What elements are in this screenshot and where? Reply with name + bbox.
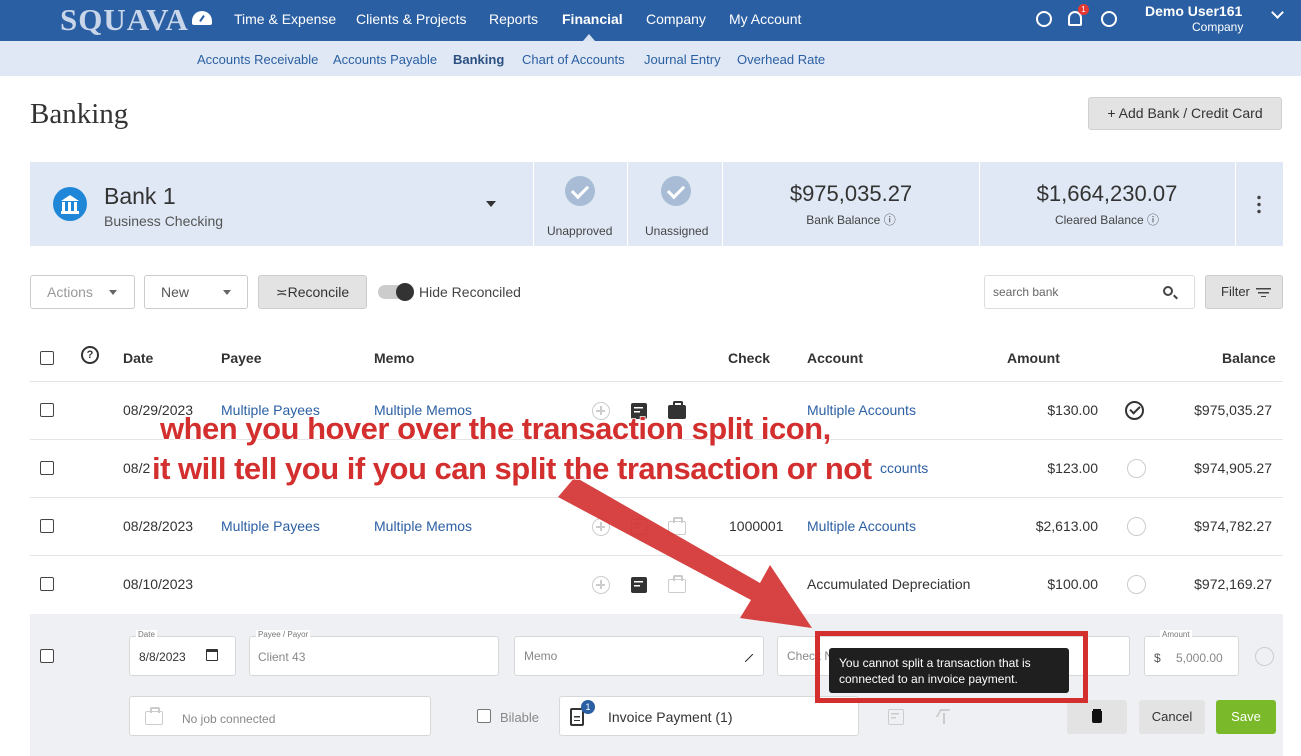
annotation-text-line-1: when you hover over the transaction spli…	[159, 410, 832, 447]
annotation-text-line-2: it will tell you if you can split the tr…	[151, 450, 873, 487]
annotation-arrow	[558, 477, 812, 628]
